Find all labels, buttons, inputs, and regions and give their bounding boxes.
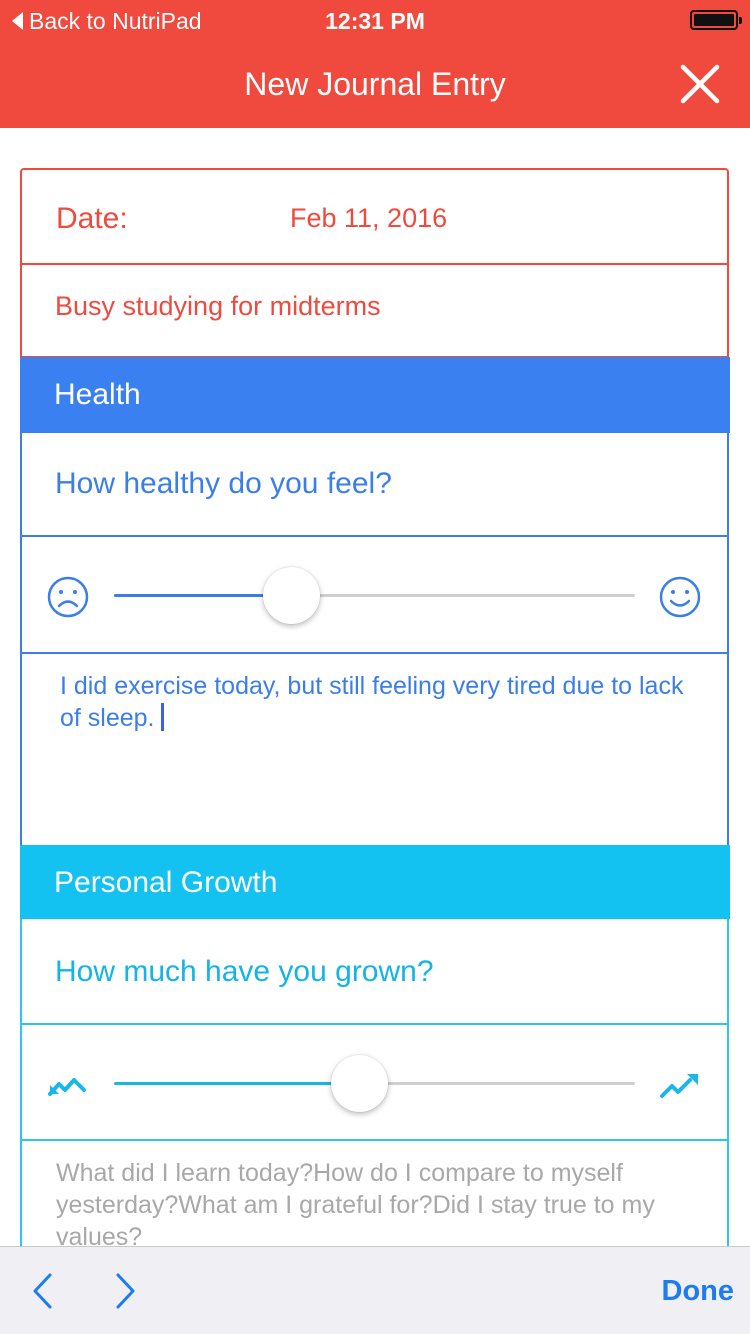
note-field[interactable]: Busy studying for midterms xyxy=(20,263,729,357)
date-row[interactable]: Date: Feb 11, 2016 xyxy=(20,168,729,265)
growth-section-header: Personal Growth xyxy=(20,845,730,919)
health-question-row: How healthy do you feel? xyxy=(20,433,729,537)
health-slider-row xyxy=(20,537,729,654)
trend-up-icon[interactable] xyxy=(658,1063,702,1107)
top-bar: Back to NutriPad 12:31 PM New Journal En… xyxy=(0,0,750,128)
happy-face-icon[interactable] xyxy=(658,575,702,619)
growth-section-title: Personal Growth xyxy=(54,866,278,899)
sad-face-icon[interactable] xyxy=(46,575,90,619)
growth-question-row: How much have you grown? xyxy=(20,919,729,1025)
note-text: Busy studying for midterms xyxy=(55,291,381,321)
health-slider-track[interactable] xyxy=(114,567,635,624)
journal-card: Date: Feb 11, 2016 Busy studying for mid… xyxy=(20,168,730,1248)
page-title: New Journal Entry xyxy=(244,66,506,102)
health-comment-value: I did exercise today, but still feeling … xyxy=(60,672,684,732)
growth-comment-field[interactable]: What did I learn today?How do I compare … xyxy=(20,1141,729,1248)
health-slider-knob[interactable] xyxy=(262,567,320,624)
growth-slider-knob[interactable] xyxy=(330,1055,388,1112)
growth-comment-placeholder: What did I learn today?How do I compare … xyxy=(56,1159,655,1248)
chevron-right-icon[interactable] xyxy=(112,1271,140,1311)
growth-slider-row xyxy=(20,1025,729,1141)
trend-down-icon[interactable] xyxy=(46,1063,90,1107)
chevron-left-icon[interactable] xyxy=(28,1271,56,1311)
keyboard-toolbar: Done xyxy=(0,1246,750,1334)
health-section-title: Health xyxy=(54,378,141,411)
close-icon[interactable] xyxy=(678,62,722,106)
battery-icon xyxy=(690,10,742,30)
growth-question: How much have you grown? xyxy=(55,955,434,988)
text-cursor xyxy=(160,703,164,731)
health-comment-field[interactable]: I did exercise today, but still feeling … xyxy=(20,654,729,845)
growth-slider-track[interactable] xyxy=(114,1055,635,1112)
growth-slider-fill xyxy=(114,1082,359,1085)
date-label: Date: xyxy=(56,202,128,235)
status-time: 12:31 PM xyxy=(325,8,425,34)
date-value[interactable]: Feb 11, 2016 xyxy=(290,203,447,234)
health-section-header: Health xyxy=(20,357,730,433)
done-button[interactable]: Done xyxy=(662,1275,735,1308)
health-question: How healthy do you feel? xyxy=(55,467,392,500)
health-comment-text: I did exercise today, but still feeling … xyxy=(60,670,710,734)
